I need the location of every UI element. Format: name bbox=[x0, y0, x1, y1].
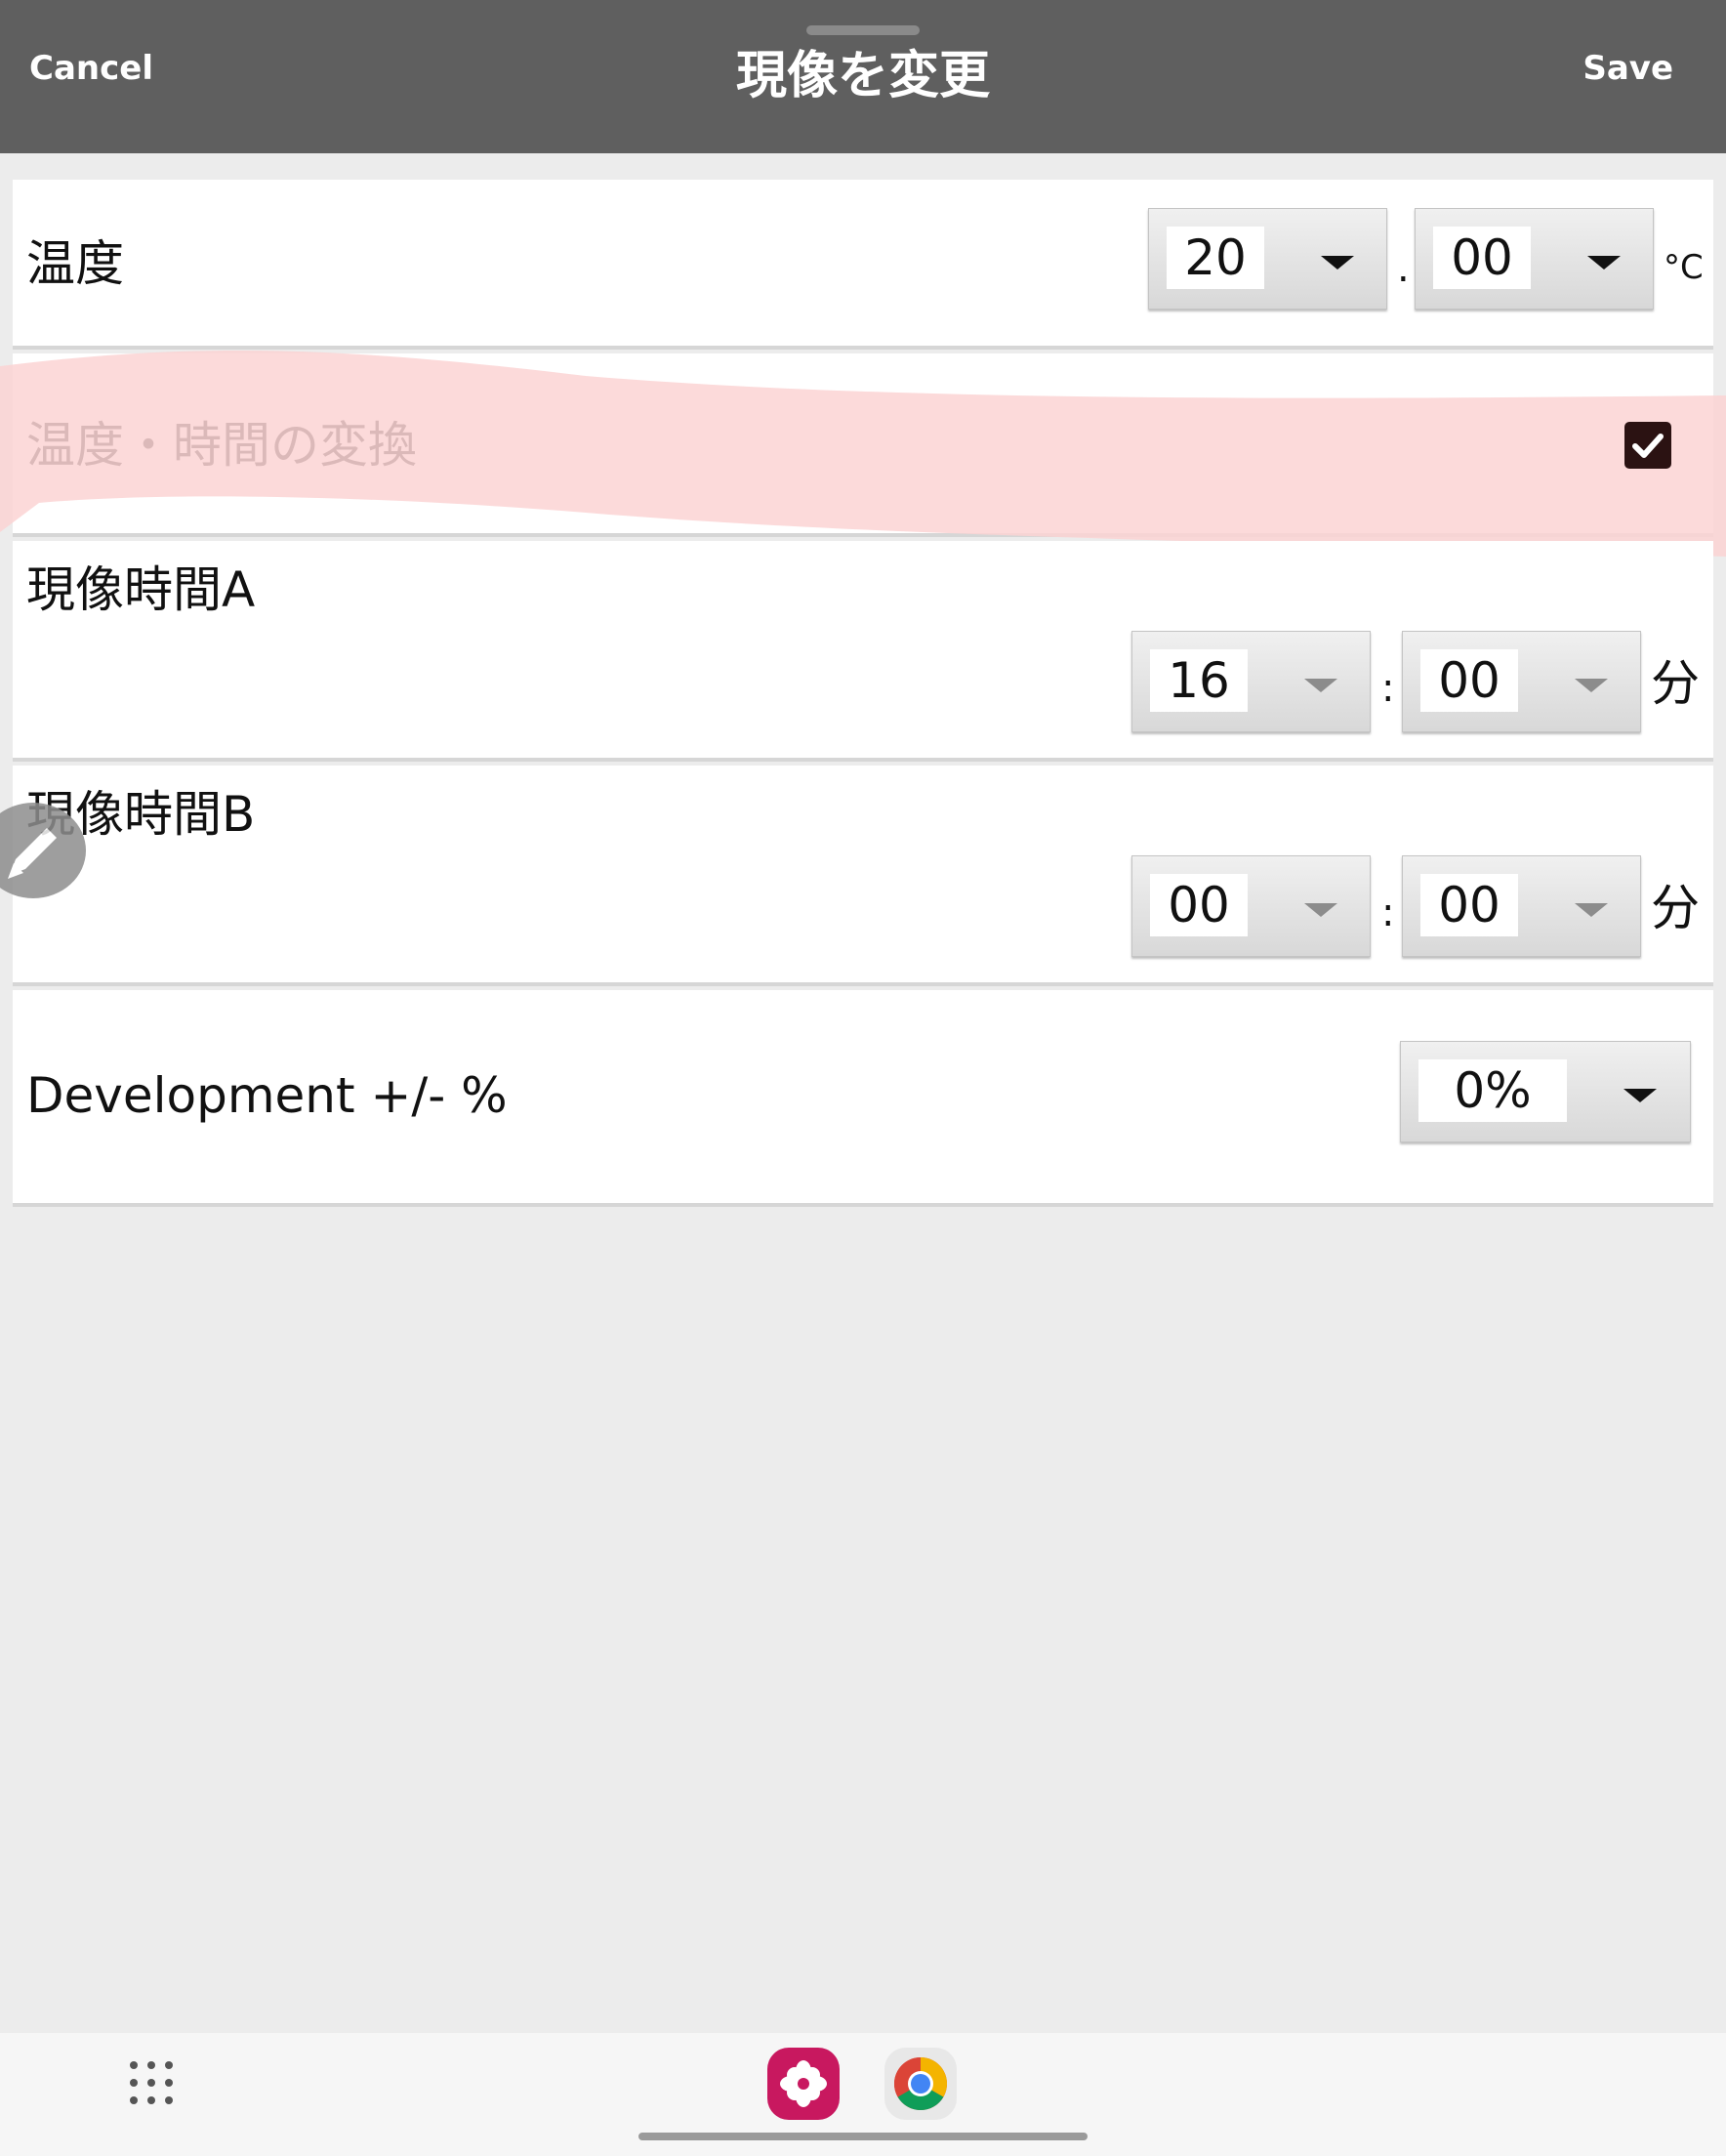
apps-grid-icon[interactable] bbox=[129, 2060, 174, 2105]
chevron-down-icon bbox=[1575, 903, 1608, 917]
dev-time-b-minutes-value: 00 bbox=[1150, 874, 1248, 936]
floating-edit-button[interactable] bbox=[0, 803, 86, 898]
home-gesture-bar[interactable] bbox=[638, 2133, 1088, 2140]
dev-time-a-label: 現像時間A bbox=[26, 561, 256, 618]
dev-time-a-minutes-value: 16 bbox=[1150, 649, 1248, 712]
development-dropdown[interactable]: 0% bbox=[1400, 1041, 1691, 1142]
chevron-down-icon bbox=[1321, 256, 1354, 270]
gallery-app-icon[interactable] bbox=[767, 2048, 840, 2120]
chevron-down-icon bbox=[1575, 679, 1608, 692]
dev-time-b-seconds-dropdown[interactable]: 00 bbox=[1402, 855, 1641, 957]
flower-icon bbox=[780, 2060, 827, 2107]
temperature-whole-dropdown[interactable]: 20 bbox=[1148, 208, 1387, 310]
checkmark-icon bbox=[1632, 434, 1664, 458]
dev-time-a-row: 現像時間A 16 : 00 分 bbox=[13, 541, 1713, 762]
dev-time-a-minutes-dropdown[interactable]: 16 bbox=[1131, 631, 1371, 732]
app-header: Cancel 現像を変更 Save bbox=[0, 0, 1726, 153]
temperature-row: 温度 20 . 00 °C bbox=[13, 180, 1713, 350]
conversion-checkbox[interactable] bbox=[1624, 422, 1671, 469]
temperature-separator: . bbox=[1397, 246, 1410, 291]
development-row: Development +/- % 0% bbox=[13, 990, 1713, 1207]
temperature-fraction-dropdown[interactable]: 00 bbox=[1415, 208, 1654, 310]
dev-time-b-minutes-dropdown[interactable]: 00 bbox=[1131, 855, 1371, 957]
temperature-whole-value: 20 bbox=[1167, 227, 1264, 289]
temperature-fraction-value: 00 bbox=[1433, 227, 1531, 289]
dev-time-a-unit: 分 bbox=[1651, 655, 1700, 712]
pencil-icon bbox=[8, 828, 57, 879]
conversion-row[interactable]: 温度・時間の変換 bbox=[13, 353, 1713, 537]
chevron-down-icon bbox=[1587, 256, 1621, 270]
system-navbar bbox=[0, 2033, 1726, 2156]
conversion-label: 温度・時間の変換 bbox=[26, 417, 417, 474]
save-button[interactable]: Save bbox=[1582, 45, 1673, 92]
temperature-unit: °C bbox=[1664, 248, 1704, 287]
chevron-down-icon bbox=[1304, 903, 1337, 917]
dev-time-a-separator: : bbox=[1381, 666, 1395, 711]
development-value: 0% bbox=[1418, 1059, 1567, 1122]
chrome-logo-icon bbox=[893, 2057, 947, 2111]
chevron-down-icon bbox=[1304, 679, 1337, 692]
dev-time-b-separator: : bbox=[1381, 891, 1395, 935]
chrome-app-icon[interactable] bbox=[884, 2048, 957, 2120]
dev-time-b-seconds-value: 00 bbox=[1420, 874, 1518, 936]
temperature-label: 温度 bbox=[26, 235, 124, 292]
dev-time-b-row: 現像時間B 00 : 00 分 bbox=[13, 766, 1713, 986]
sheet-grabber[interactable] bbox=[806, 25, 920, 35]
chevron-down-icon bbox=[1623, 1089, 1657, 1102]
dev-time-b-unit: 分 bbox=[1651, 880, 1700, 936]
development-label: Development +/- % bbox=[26, 1067, 508, 1124]
dev-time-a-seconds-value: 00 bbox=[1420, 649, 1518, 712]
page-title: 現像を変更 bbox=[735, 47, 990, 105]
dev-time-a-seconds-dropdown[interactable]: 00 bbox=[1402, 631, 1641, 732]
